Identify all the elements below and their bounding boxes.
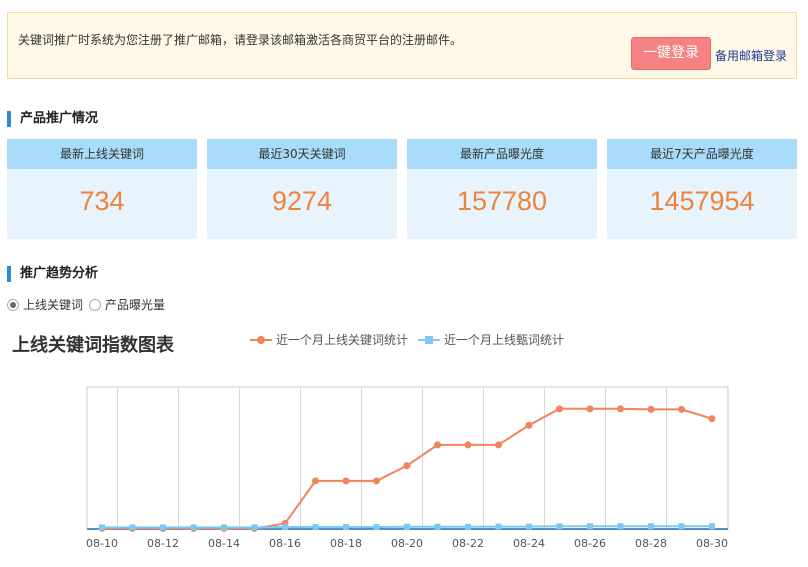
series-1-point	[556, 405, 563, 413]
x-tick-label: 08-24	[513, 537, 545, 550]
x-tick-label: 08-18	[330, 537, 362, 550]
series-1-point	[342, 477, 350, 485]
series-1-point	[525, 421, 533, 429]
series-1-point	[464, 441, 472, 449]
x-tick-label: 08-20	[391, 537, 423, 550]
series-1-point	[708, 415, 716, 423]
series-1-point	[678, 405, 685, 413]
series-2-point	[617, 523, 624, 530]
series-2-point	[282, 524, 288, 531]
series-1-point	[312, 477, 319, 485]
x-tick-label: 08-22	[452, 537, 484, 550]
x-tick-label: 08-30	[696, 537, 728, 550]
series-2-point	[465, 523, 471, 530]
series-2-point	[495, 523, 502, 530]
series-1-point	[495, 441, 502, 449]
series-2-point	[343, 524, 349, 531]
x-tick-label: 08-26	[574, 537, 606, 550]
series-2-point	[251, 524, 258, 531]
x-tick-label: 08-14	[208, 537, 240, 550]
series-1-point	[403, 462, 411, 470]
series-2-point	[587, 523, 593, 530]
x-tick-label: 08-28	[635, 537, 667, 550]
series-2-point	[190, 524, 197, 531]
series-2-point	[373, 524, 380, 531]
series-2-point	[99, 524, 105, 531]
series-2-point	[709, 523, 715, 530]
series-2-point	[556, 523, 563, 530]
series-1-point	[647, 405, 655, 413]
series-2-point	[160, 524, 166, 531]
series-1-point	[434, 441, 441, 449]
series-2-point	[129, 524, 136, 531]
series-2-point	[678, 523, 685, 530]
series-2-point	[312, 524, 319, 531]
x-tick-label: 08-10	[86, 537, 118, 550]
series-2-point	[434, 523, 441, 530]
series-1-point	[373, 477, 380, 485]
x-tick-label: 08-16	[269, 537, 301, 550]
series-1-point	[617, 405, 624, 413]
series-2-point	[526, 523, 532, 530]
series-2-point	[404, 523, 410, 530]
keyword-index-chart: 08-10 08-12 08-14 08-16 08-18 08-20 08-22 08-24…	[86, 386, 729, 550]
series-2-point	[221, 524, 227, 531]
x-tick-label: 08-12	[147, 537, 179, 550]
series-2-point	[648, 523, 654, 530]
series-1-point	[586, 405, 594, 413]
